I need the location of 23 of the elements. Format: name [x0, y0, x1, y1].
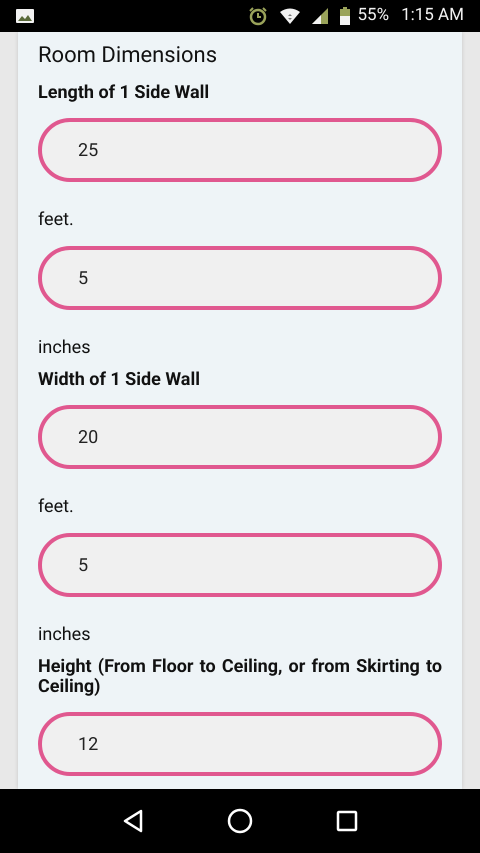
home-icon[interactable] [226, 808, 253, 834]
unit-label: inches [38, 337, 92, 359]
signal-icon [312, 8, 328, 24]
recent-apps-icon[interactable] [336, 810, 358, 832]
number-input[interactable]: 5 [38, 533, 442, 597]
back-icon[interactable] [122, 809, 144, 833]
unit-label: inches [38, 624, 92, 646]
number-input[interactable]: 12 [38, 712, 442, 776]
alarm-icon [248, 6, 268, 26]
number-input[interactable]: 25 [38, 118, 442, 182]
wifi-icon [280, 8, 300, 24]
battery-icon [340, 7, 350, 25]
field-label: Width of 1 Side Wall [38, 370, 201, 390]
field-label: Height (From Floor to Ceiling, or from Skirting to Ceiling) [38, 657, 442, 697]
section-heading: Room Dimensions [38, 42, 218, 70]
field-label: Length of 1 Side Wall [38, 83, 210, 103]
battery-percentage: 55% [358, 4, 390, 28]
clock-time: 1:15 AM [401, 4, 464, 28]
number-input[interactable]: 5 [38, 246, 442, 310]
unit-label: feet. [38, 496, 75, 518]
picture-notification-icon [16, 9, 34, 23]
number-input[interactable]: 20 [38, 405, 442, 469]
unit-label: feet. [38, 209, 75, 231]
